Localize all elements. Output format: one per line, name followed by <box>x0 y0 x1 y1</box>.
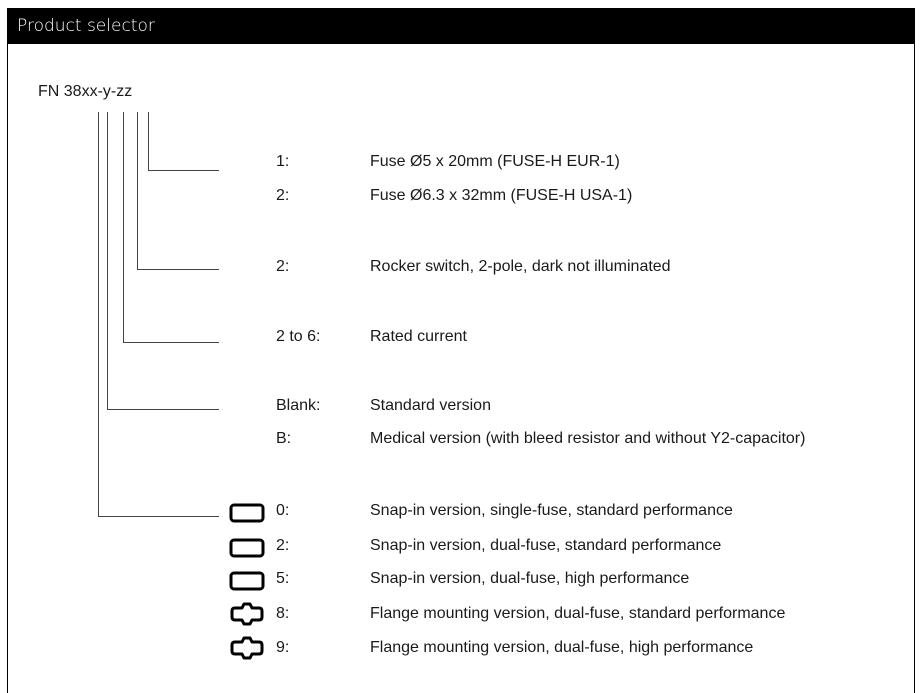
option-label: 0: <box>276 502 290 519</box>
option-label: 2: <box>276 258 290 275</box>
option-description: Snap-in version, dual-fuse, high perform… <box>370 570 690 587</box>
product-code: FN 38xx-y-zz <box>38 83 133 100</box>
tree-line <box>107 112 108 409</box>
option-description: Rated current <box>370 328 467 345</box>
tree-line <box>148 170 219 171</box>
option-description: Standard version <box>370 397 491 414</box>
option-label: Blank: <box>276 397 321 414</box>
option-description: Flange mounting version, dual-fuse, stan… <box>370 605 786 622</box>
option-description: Fuse Ø6.3 x 32mm (FUSE-H USA-1) <box>370 187 633 204</box>
option-label: 9: <box>276 639 290 656</box>
option-label: 2 to 6: <box>276 328 321 345</box>
option-label: 2: <box>276 187 290 204</box>
tree-line <box>107 409 219 410</box>
option-description: Flange mounting version, dual-fuse, high… <box>370 639 754 656</box>
flange-icon <box>230 636 264 660</box>
option-label: 2: <box>276 537 290 554</box>
tree-line <box>123 112 124 342</box>
option-description: Rocker switch, 2-pole, dark not illumina… <box>370 258 671 275</box>
option-description: Snap-in version, single-fuse, standard p… <box>370 502 733 519</box>
flange-icon <box>230 602 264 626</box>
option-label: 1: <box>276 153 290 170</box>
tree-line <box>137 269 219 270</box>
content-frame <box>7 8 915 693</box>
section-title: Product selector <box>17 16 155 36</box>
snap-in-icon <box>229 571 265 591</box>
section-header: Product selector <box>7 8 915 44</box>
tree-line <box>98 516 219 517</box>
option-description: Medical version (with bleed resistor and… <box>370 430 806 447</box>
tree-line <box>123 342 219 343</box>
snap-in-icon <box>229 503 265 523</box>
tree-line <box>148 112 149 170</box>
option-label: B: <box>276 430 292 447</box>
option-description: Fuse Ø5 x 20mm (FUSE-H EUR-1) <box>370 153 620 170</box>
option-label: 8: <box>276 605 290 622</box>
tree-line <box>137 112 138 269</box>
tree-line <box>98 112 99 516</box>
snap-in-icon <box>229 538 265 558</box>
option-label: 5: <box>276 570 290 587</box>
option-description: Snap-in version, dual-fuse, standard per… <box>370 537 722 554</box>
